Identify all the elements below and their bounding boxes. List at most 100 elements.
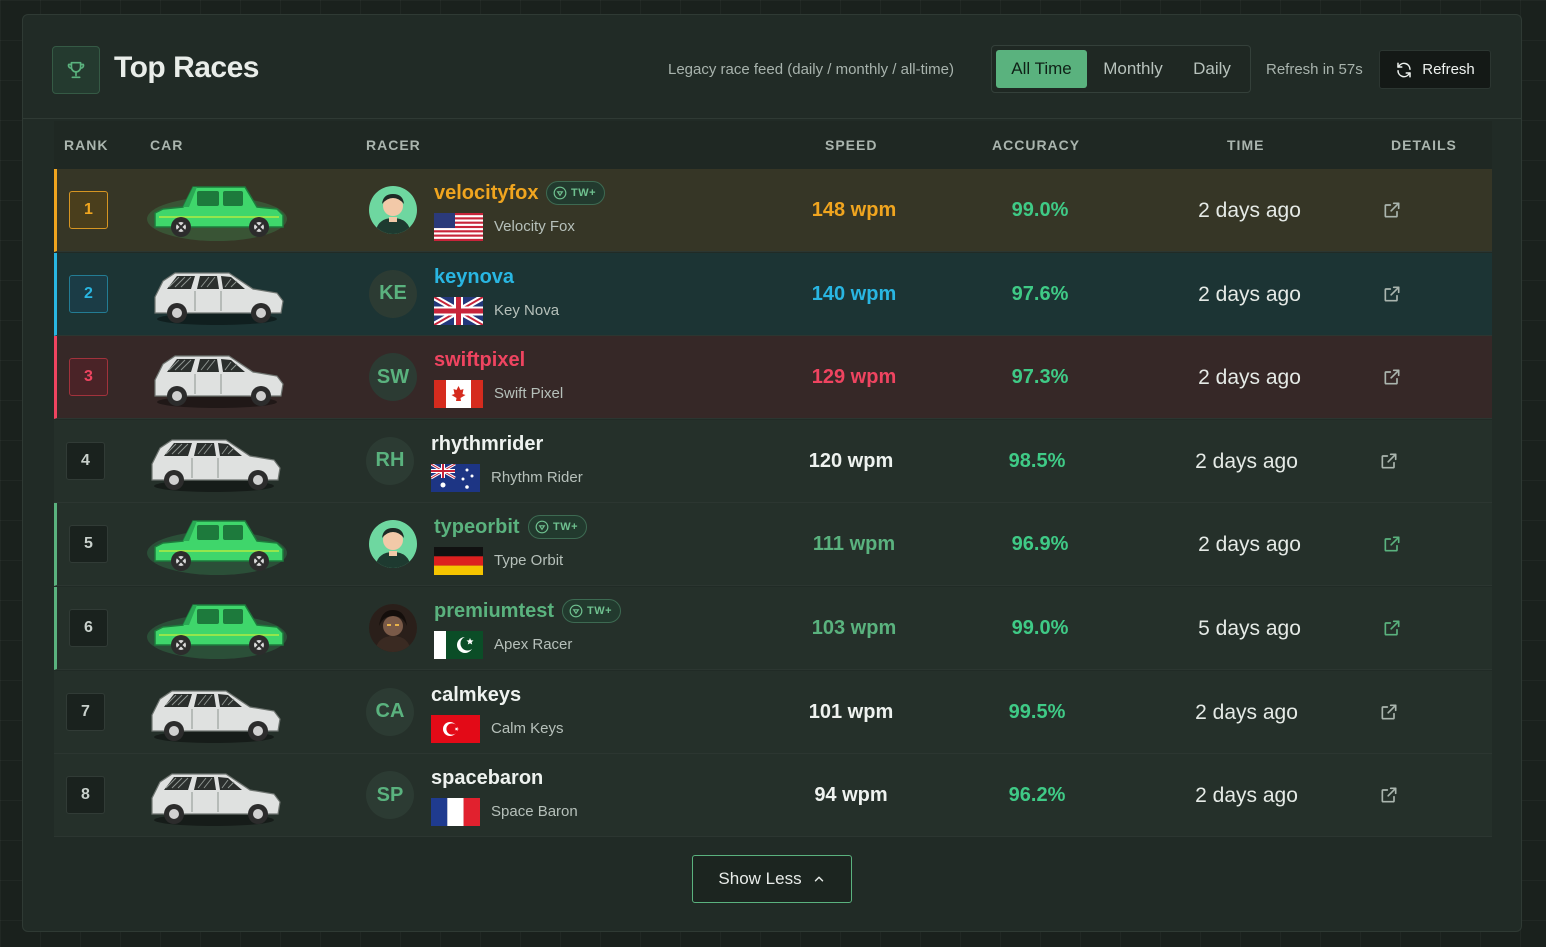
accuracy-value: 99.0% xyxy=(1011,617,1069,639)
speed-value: 129 wpm xyxy=(811,366,897,389)
premium-badge: TW+ xyxy=(528,515,588,540)
table-row[interactable]: 7 CA calmkeys Calm Keys 101 wpm 99.5% 2 days a… xyxy=(54,670,1492,754)
racer-display-name: Key Nova xyxy=(494,301,560,319)
badge-label: TW+ xyxy=(553,521,579,534)
car-icon xyxy=(145,513,289,577)
racer-username[interactable]: premiumtest xyxy=(434,600,554,623)
badge-label: TW+ xyxy=(571,187,597,199)
col-rank: RANK xyxy=(64,137,109,153)
car-icon xyxy=(145,346,289,410)
external-link-icon[interactable] xyxy=(1382,534,1404,556)
tab-daily[interactable]: Daily xyxy=(1178,50,1246,88)
refresh-countdown: Refresh in 57s xyxy=(1266,61,1363,78)
rank-badge: 6 xyxy=(69,609,108,647)
speed-value: 101 wpm xyxy=(808,700,894,723)
table-row[interactable]: 8 SP spacebaron Space Baron 94 wpm 96.2% 2 day… xyxy=(54,754,1492,838)
racer-display-name: Calm Keys xyxy=(491,719,564,737)
rank-badge: 4 xyxy=(66,441,105,480)
avatar: RH xyxy=(366,436,414,485)
racer-display-name: Space Baron xyxy=(491,803,578,821)
external-link-icon[interactable] xyxy=(1379,785,1401,807)
car-icon xyxy=(145,179,289,243)
avatar-initials: SW xyxy=(376,365,410,388)
race-time: 2 days ago xyxy=(1198,199,1301,222)
racer-display-name: Apex Racer xyxy=(494,636,573,653)
race-time: 2 days ago xyxy=(1195,700,1298,724)
accuracy-value: 97.6% xyxy=(1011,282,1069,305)
table-row[interactable]: 5 typeorbit TW+ Type Orbit 111 wpm 96.9% 2 day… xyxy=(54,503,1492,587)
external-link-icon[interactable] xyxy=(1379,451,1401,473)
avatar xyxy=(369,604,417,652)
col-time: TIME xyxy=(1227,137,1265,153)
race-time: 2 days ago xyxy=(1195,449,1298,473)
race-time: 2 days ago xyxy=(1198,533,1301,557)
speed-value: 140 wpm xyxy=(811,282,897,305)
racer-username[interactable]: spacebaron xyxy=(431,767,543,790)
racer-display-name: Type Orbit xyxy=(494,552,564,570)
racer-username[interactable]: velocityfox xyxy=(434,182,538,205)
racer-username[interactable]: keynova xyxy=(434,266,514,289)
col-details: DETAILS xyxy=(1391,137,1457,153)
external-link-icon[interactable] xyxy=(1382,618,1404,640)
table-row[interactable]: 2 KE keynova Key Nova 140 wpm 97.6% 2 days ago xyxy=(54,252,1492,336)
show-less-label: Show Less xyxy=(718,869,802,888)
table-row[interactable]: 1 velocityfox TW+ Velocity Fox 148 wpm 99.0% 2… xyxy=(54,169,1492,252)
external-link-icon[interactable] xyxy=(1382,367,1404,389)
avatar: SW xyxy=(369,353,417,402)
panel-header: Top Races Legacy race feed (daily / mont… xyxy=(23,15,1521,119)
diamond-icon xyxy=(553,186,567,200)
diamond-icon xyxy=(535,520,549,534)
racer-username[interactable]: typeorbit xyxy=(434,516,520,539)
racer-username[interactable]: calmkeys xyxy=(431,684,521,707)
table-row[interactable]: 6 premiumtest TW+ Apex Racer 103 wpm 99.0% 5 d… xyxy=(54,587,1492,670)
trophy-icon xyxy=(52,46,100,94)
avatar-initials: KE xyxy=(379,282,407,305)
country-flag-icon xyxy=(434,547,483,576)
country-flag-icon xyxy=(434,631,483,659)
table-row[interactable]: 3 SW swiftpixel Swift Pixel 129 wpm 97.3% 2 da… xyxy=(54,336,1492,420)
chevron-up-icon xyxy=(814,876,823,882)
table-row[interactable]: 4 RH rhythmrider Rhythm Rider 120 wpm 98.5% 2 … xyxy=(54,419,1492,503)
page-title: Top Races xyxy=(114,51,260,84)
col-racer: RACER xyxy=(366,137,421,153)
refresh-button[interactable]: Refresh xyxy=(1379,50,1491,89)
speed-value: 120 wpm xyxy=(808,449,894,472)
tab-all-time[interactable]: All Time xyxy=(996,50,1087,88)
car-icon xyxy=(145,597,289,661)
race-time: 2 days ago xyxy=(1198,282,1301,306)
racer-username[interactable]: rhythmrider xyxy=(431,433,543,456)
feed-label: Legacy race feed (daily / monthly / all-… xyxy=(668,61,954,78)
external-link-icon[interactable] xyxy=(1382,200,1404,222)
show-less-button[interactable]: Show Less xyxy=(692,855,852,903)
avatar-initials: SP xyxy=(376,783,404,806)
racer-display-name: Rhythm Rider xyxy=(491,468,583,486)
country-flag-icon xyxy=(430,462,480,492)
racer-username[interactable]: swiftpixel xyxy=(434,349,525,372)
car-icon xyxy=(142,681,286,745)
country-flag-icon xyxy=(434,213,483,241)
car-icon xyxy=(142,430,286,494)
avatar xyxy=(369,186,417,234)
race-time: 2 days ago xyxy=(1195,784,1298,808)
racer-display-name: Swift Pixel xyxy=(494,385,564,403)
table-header: RANK CAR RACER SPEED ACCURACY TIME DETAI… xyxy=(54,121,1492,169)
tab-monthly[interactable]: Monthly xyxy=(1090,50,1176,88)
country-flag-icon xyxy=(434,380,483,409)
accuracy-value: 97.3% xyxy=(1011,366,1069,389)
rank-badge: 8 xyxy=(66,776,105,815)
accuracy-value: 96.2% xyxy=(1008,784,1066,807)
premium-badge: TW+ xyxy=(546,181,606,205)
col-accuracy: ACCURACY xyxy=(992,137,1081,153)
car-icon xyxy=(142,764,286,828)
badge-label: TW+ xyxy=(587,605,613,617)
car-icon xyxy=(145,263,289,327)
diamond-icon xyxy=(569,604,583,618)
speed-value: 148 wpm xyxy=(811,199,897,221)
external-link-icon[interactable] xyxy=(1382,284,1404,306)
accuracy-value: 99.5% xyxy=(1008,700,1066,723)
external-link-icon[interactable] xyxy=(1379,702,1401,724)
accuracy-value: 96.9% xyxy=(1011,533,1069,556)
avatar: SP xyxy=(366,771,414,820)
speed-value: 94 wpm xyxy=(814,784,888,807)
accuracy-value: 99.0% xyxy=(1011,199,1069,221)
